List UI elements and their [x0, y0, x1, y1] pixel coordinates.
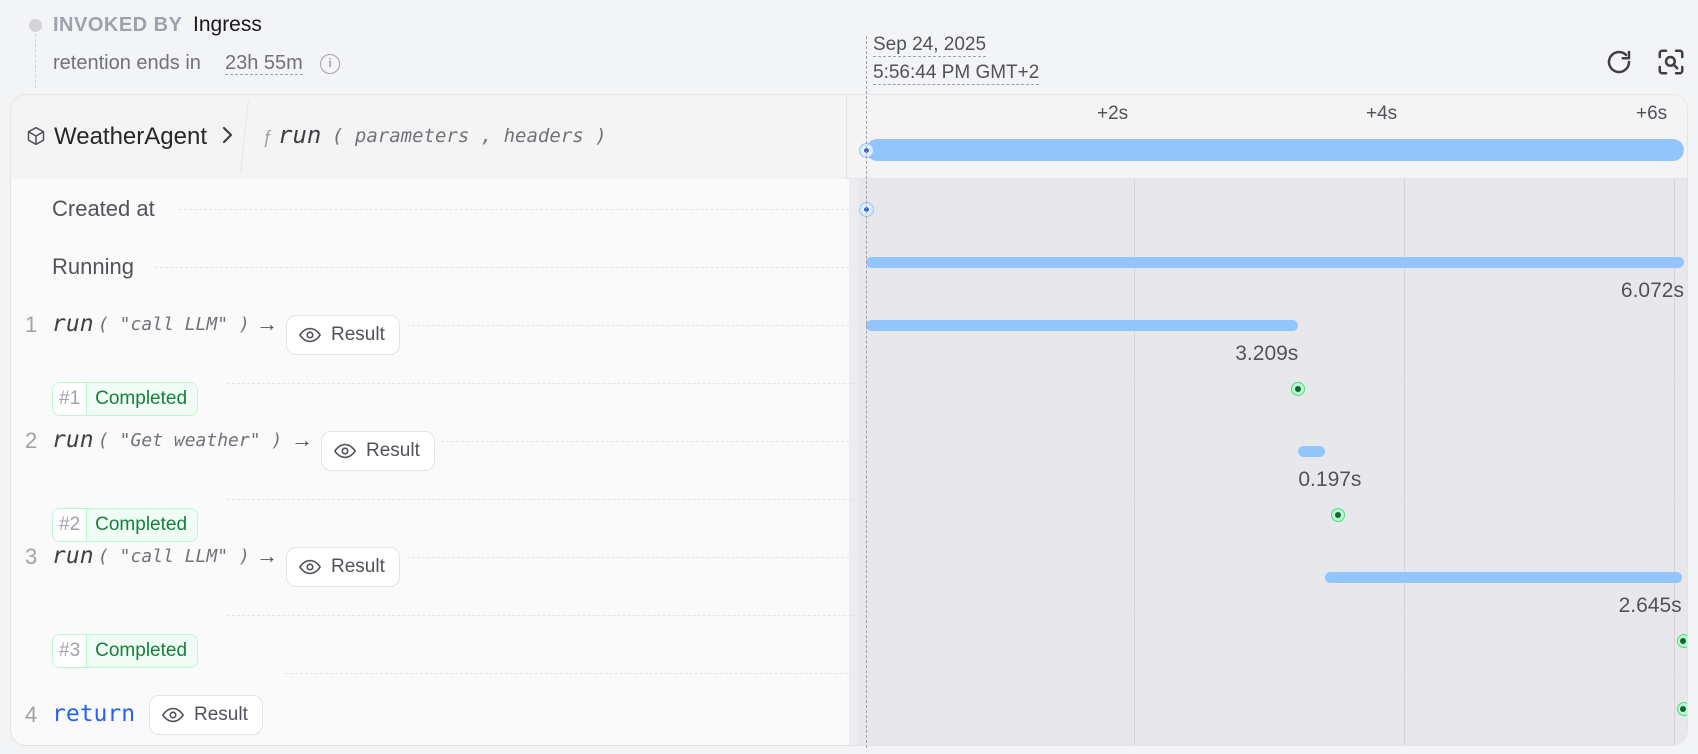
row-guide	[441, 441, 849, 442]
step-number: 4	[25, 702, 38, 727]
attempt-badge[interactable]: #2 Completed	[52, 508, 199, 542]
handler-duration-bar	[866, 139, 1684, 161]
attempt-badge[interactable]: #1 Completed	[52, 382, 199, 416]
timeline-start-band	[849, 179, 859, 745]
result-label: Result	[366, 440, 420, 461]
step-number: 1	[25, 312, 38, 337]
handler-header: WeatherAgent ƒ run ( parameters , header…	[11, 95, 847, 179]
service-name[interactable]: WeatherAgent	[54, 123, 207, 151]
start-time-guide	[866, 36, 867, 748]
result-label: Result	[194, 704, 248, 725]
attempt-number: #2	[53, 509, 88, 541]
step-function: run	[52, 427, 94, 453]
step-duration: 2.645s	[1618, 594, 1682, 617]
row-guide	[227, 499, 1687, 500]
completed-marker	[1676, 702, 1687, 716]
retention-value[interactable]: 23h 55m	[225, 52, 303, 75]
function-icon: ƒ	[262, 127, 273, 147]
row-guide	[179, 209, 849, 210]
row-guide	[407, 325, 849, 326]
attempt-status: Completed	[87, 509, 198, 541]
row-guide	[227, 615, 1687, 616]
handler-params: ( parameters , headers )	[332, 125, 607, 147]
row-guide	[155, 267, 849, 268]
refresh-icon[interactable]	[1600, 43, 1638, 81]
invoked-by-label: INVOKED BY	[53, 14, 183, 36]
step-duration: 0.197s	[1298, 468, 1362, 491]
result-label: Result	[331, 324, 385, 345]
step-args: ( "call LLM" )	[98, 546, 250, 567]
step-args: ( "Get weather" )	[98, 430, 283, 451]
result-button[interactable]: Result	[286, 547, 400, 587]
eye-icon	[299, 559, 321, 575]
result-button[interactable]: Result	[321, 431, 435, 471]
step-duration: 3.209s	[1235, 342, 1299, 365]
invocation-dot	[29, 19, 42, 32]
result-button[interactable]: Result	[286, 315, 400, 355]
start-time: 5:56:44 PM GMT+2	[873, 62, 1040, 85]
tick-label: +6s	[1636, 103, 1668, 124]
running-duration: 6.072s	[1620, 279, 1684, 302]
step-duration-bar	[1325, 572, 1682, 583]
arrow-right-icon: →	[256, 543, 278, 568]
eye-icon	[162, 707, 184, 723]
service-cube-icon	[26, 125, 46, 152]
result-button[interactable]: Result	[149, 695, 263, 735]
chevron-right-icon	[219, 123, 235, 152]
running-bar	[866, 257, 1684, 268]
invoked-by-value: Ingress	[193, 13, 262, 36]
handler-name[interactable]: run	[278, 121, 321, 149]
result-label: Result	[331, 556, 385, 577]
row-guide	[407, 557, 849, 558]
attempt-status: Completed	[87, 635, 198, 667]
attempt-number: #1	[53, 383, 88, 415]
created-at-label: Created at	[52, 196, 155, 221]
tick-label: +2s	[1097, 103, 1129, 124]
step-duration-bar	[866, 320, 1299, 331]
step-number: 3	[25, 544, 38, 569]
step-args: ( "call LLM" )	[98, 314, 250, 335]
attempt-number: #3	[53, 635, 88, 667]
arrow-right-icon: →	[256, 311, 278, 336]
invocation-panel: WeatherAgent ƒ run ( parameters , header…	[10, 94, 1688, 746]
info-icon[interactable]: i	[320, 54, 340, 74]
tick-label: +4s	[1366, 103, 1398, 124]
running-label: Running	[52, 254, 134, 279]
invocation-connector	[35, 34, 36, 88]
step-function: run	[52, 311, 94, 337]
eye-icon	[334, 443, 356, 459]
attempt-badge[interactable]: #3 Completed	[52, 634, 199, 668]
start-date: Sep 24, 2025	[873, 34, 987, 57]
arrow-right-icon: →	[291, 427, 313, 452]
retention-label: retention ends in	[53, 52, 201, 74]
step-function: run	[52, 543, 94, 569]
attempt-status: Completed	[87, 383, 198, 415]
return-keyword: return	[52, 701, 136, 727]
step-number: 2	[25, 428, 38, 453]
row-guide	[285, 673, 1687, 674]
header-separator	[240, 101, 249, 173]
zoom-search-icon[interactable]	[1652, 43, 1690, 81]
eye-icon	[299, 327, 321, 343]
row-guide	[227, 383, 1687, 384]
completed-marker	[1676, 634, 1687, 648]
step-duration-bar	[1298, 446, 1325, 457]
